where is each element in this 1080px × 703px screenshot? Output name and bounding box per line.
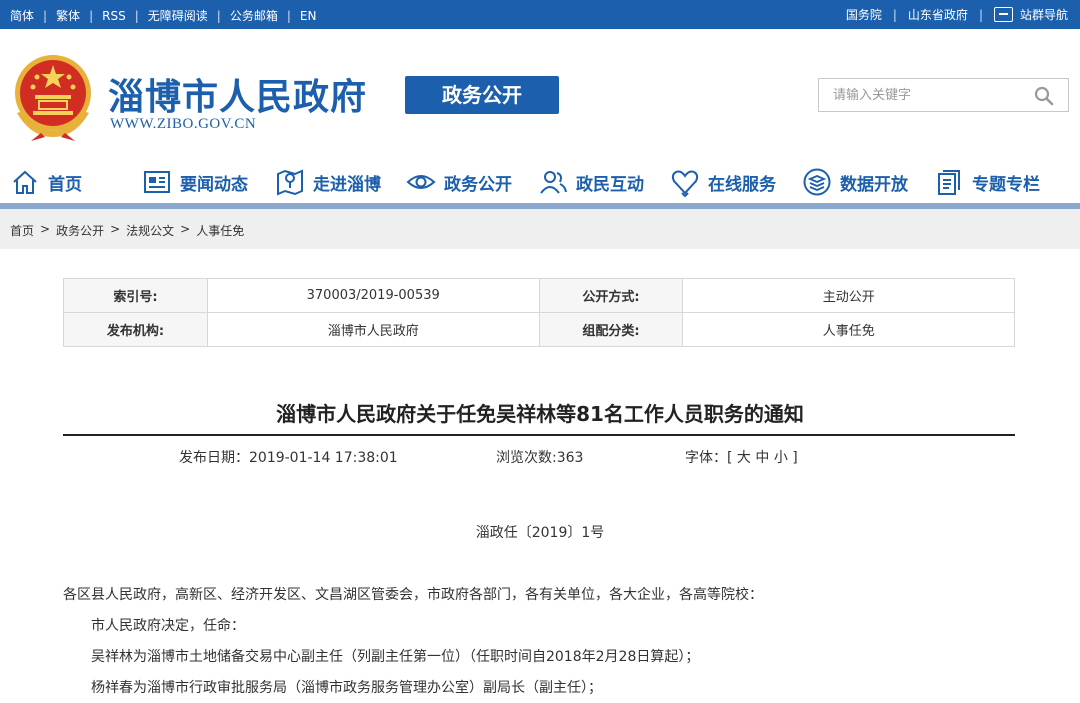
publisher-label: 发布机构: [63,312,208,347]
title-divider [63,434,1015,436]
national-emblem-icon [15,55,91,141]
nav-label: 要闻动态 [180,174,248,195]
table-row: 索引号: 370003/2019-00539 公开方式: 主动公开 [63,278,1015,313]
category-value: 人事任免 [682,312,1015,347]
breadcrumb-bar: 首页 > 政务公开 > 法规公文 > 人事任免 [0,209,1080,249]
article-paragraph: 杨祥春为淄博市行政审批服务局（淄博市政务服务管理办公室）副局长（副主任）； [91,680,602,696]
people-icon [540,171,567,194]
font-large-button[interactable]: 大 [737,450,751,466]
publish-date: 发布日期：2019-01-14 17:38:01 [179,450,398,466]
breadcrumb-separator: > [40,222,51,236]
breadcrumb: 首页 > 政务公开 > 法规公文 > 人事任免 [10,222,244,239]
breadcrumb-separator: > [110,222,121,236]
nav-label: 数据开放 [840,174,908,195]
search-input[interactable] [819,79,1019,111]
layers-icon [803,168,831,196]
document-number: 淄政任〔2019〕1号 [475,525,605,541]
link-traditional[interactable]: 繁体 [56,7,80,24]
map-icon [277,169,303,196]
breadcrumb-separator: > [180,222,191,236]
top-right-links: 国务院 | 山东省政府 | 站群导航 [846,6,1068,23]
font-size-bracket: ] [792,450,798,466]
divider: | [286,8,291,23]
nav-label: 在线服务 [708,174,776,195]
link-accessible[interactable]: 无障碍阅读 [148,7,208,24]
top-left-links: 简体 | 繁体 | RSS | 无障碍阅读 | 公务邮箱 | EN [10,7,316,24]
divider: | [978,7,983,22]
top-bar: 简体 | 繁体 | RSS | 无障碍阅读 | 公务邮箱 | EN 国务院 | … [0,0,1080,29]
font-medium-button[interactable]: 中 [755,450,769,466]
link-mail[interactable]: 公务邮箱 [230,7,278,24]
article-paragraph: 吴祥林为淄博市土地储备交易中心副主任（列副主任第一位）（任职时间自2018年2月… [91,649,700,665]
eye-icon [406,175,436,189]
font-size-label: 字体：[ [685,450,733,466]
nav-gov-affairs[interactable]: 政务公开 [406,162,512,202]
breadcrumb-home[interactable]: 首页 [10,222,34,239]
search-icon[interactable] [1034,86,1054,106]
category-label: 组配分类: [538,312,684,347]
article-paragraph: 市人民政府决定，任命： [91,618,245,634]
site-url[interactable]: WWW.ZIBO.GOV.CN [110,116,256,133]
link-simplified[interactable]: 简体 [10,7,34,24]
table-row: 发布机构: 淄博市人民政府 组配分类: 人事任免 [63,312,1015,347]
section-badge: 政务公开 [405,76,559,114]
heart-icon [671,170,699,197]
divider: | [892,7,897,22]
site-title[interactable]: 淄博市人民政府 [108,68,367,120]
link-shandong-gov[interactable]: 山东省政府 [908,6,968,23]
publisher-value: 淄博市人民政府 [206,312,540,347]
site-nav-label: 站群导航 [1019,8,1068,22]
nav-online-service[interactable]: 在线服务 [670,162,776,202]
breadcrumb-gov-affairs[interactable]: 政务公开 [56,222,104,239]
open-method-value: 主动公开 [682,278,1015,313]
font-small-button[interactable]: 小 [774,450,788,466]
nav-label: 首页 [48,174,82,195]
link-english[interactable]: EN [300,9,317,23]
divider: | [43,8,48,23]
nav-label: 政民互动 [576,174,644,195]
nav-about[interactable]: 走进淄博 [275,162,381,202]
view-count: 浏览次数:363 [496,450,584,466]
article-title: 淄博市人民政府关于任免吴祥林等81名工作人员职务的通知 [276,402,804,426]
open-method-label: 公开方式: [538,278,684,313]
font-size-control: 字体：[ 大 中 小 ] [685,447,798,467]
divider: | [134,8,139,23]
breadcrumb-personnel[interactable]: 人事任免 [196,222,244,239]
home-icon [13,170,37,194]
nav-open-data[interactable]: 数据开放 [802,162,908,202]
nav-label: 政务公开 [444,174,512,195]
nav-special-topics[interactable]: 专题专栏 [934,162,1040,202]
nav-label: 专题专栏 [972,174,1040,195]
divider: | [216,8,221,23]
addressee: 各区县人民政府，高新区、经济开发区、文昌湖区管委会，市政府各部门，各有关单位，各… [63,587,763,603]
nav-news[interactable]: 要闻动态 [142,162,248,202]
document-info-table: 索引号: 370003/2019-00539 公开方式: 主动公开 发布机构: … [63,278,1015,347]
news-icon [144,171,170,193]
index-value: 370003/2019-00539 [206,278,540,313]
site-nav-link[interactable]: 站群导航 [993,6,1068,23]
nav-interaction[interactable]: 政民互动 [538,162,644,202]
nav-home[interactable]: 首页 [10,162,82,202]
link-rss[interactable]: RSS [102,9,126,23]
main-nav: 首页 要闻动态 走进淄博 政务公开 政民互动 在线服务 数据开放 专题专栏 [0,162,1080,202]
site-nav-icon [993,7,1013,22]
search-box [818,78,1069,112]
link-state-council[interactable]: 国务院 [846,6,882,23]
breadcrumb-regulations[interactable]: 法规公文 [126,222,174,239]
divider: | [89,8,94,23]
nav-label: 走进淄博 [313,174,381,195]
document-icon [938,170,960,195]
index-label: 索引号: [63,278,208,313]
